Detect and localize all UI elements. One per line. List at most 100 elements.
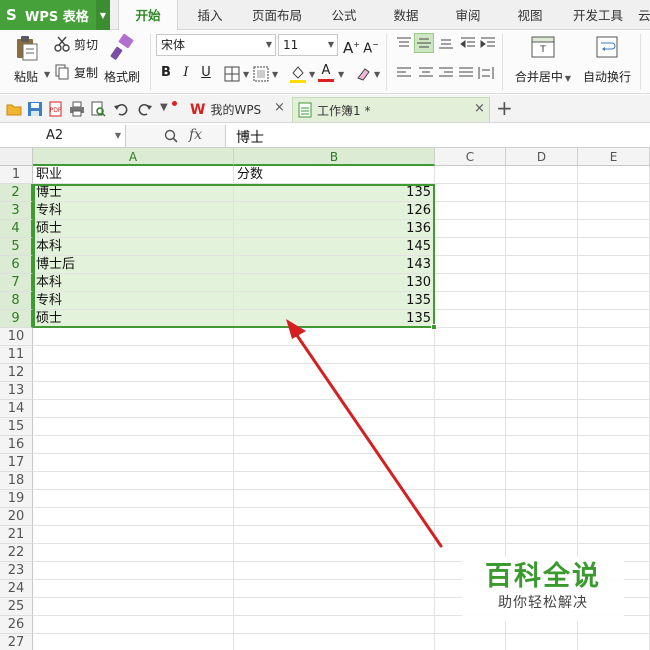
name-box[interactable]: A2 ▼ (0, 125, 126, 147)
cell-e18[interactable] (578, 472, 650, 490)
cell-d16[interactable] (506, 436, 578, 454)
cell-a16[interactable] (33, 436, 234, 454)
app-menu-button[interactable]: S WPS 表格 ▼ (0, 0, 110, 30)
row-header-20[interactable]: 20 (0, 508, 33, 526)
cell-b7[interactable]: 130 (234, 274, 435, 292)
print-preview-icon[interactable] (90, 101, 106, 117)
cell-c15[interactable] (435, 418, 506, 436)
cell-d6[interactable] (506, 256, 578, 274)
cell-a20[interactable] (33, 508, 234, 526)
cell-a10[interactable] (33, 328, 234, 346)
cell-e13[interactable] (578, 382, 650, 400)
cell-style-icon[interactable] (253, 66, 269, 82)
cell-d13[interactable] (506, 382, 578, 400)
cell-a22[interactable] (33, 544, 234, 562)
cell-a25[interactable] (33, 598, 234, 616)
align-left-icon[interactable] (396, 66, 412, 80)
cell-a24[interactable] (33, 580, 234, 598)
cell-b3[interactable]: 126 (234, 202, 435, 220)
cell-a15[interactable] (33, 418, 234, 436)
distribute-icon[interactable] (478, 66, 494, 80)
cell-b5[interactable]: 145 (234, 238, 435, 256)
cell-a26[interactable] (33, 616, 234, 634)
column-header-a[interactable]: A (33, 148, 234, 166)
cell-d20[interactable] (506, 508, 578, 526)
cell-c27[interactable] (435, 634, 506, 650)
cell-b10[interactable] (234, 328, 435, 346)
row-header-23[interactable]: 23 (0, 562, 33, 580)
align-center-icon[interactable] (418, 66, 434, 80)
cell-d15[interactable] (506, 418, 578, 436)
column-header-c[interactable]: C (435, 148, 506, 166)
cell-c18[interactable] (435, 472, 506, 490)
tab-page-layout[interactable]: 页面布局 (244, 0, 310, 30)
row-header-4[interactable]: 4 (0, 220, 33, 238)
cell-e19[interactable] (578, 490, 650, 508)
row-header-5[interactable]: 5 (0, 238, 33, 256)
row-header-22[interactable]: 22 (0, 544, 33, 562)
cell-c9[interactable] (435, 310, 506, 328)
tab-formulas[interactable]: 公式 (320, 0, 368, 30)
print-icon[interactable] (69, 101, 85, 117)
row-header-3[interactable]: 3 (0, 202, 33, 220)
cell-a19[interactable] (33, 490, 234, 508)
cell-c8[interactable] (435, 292, 506, 310)
open-folder-icon[interactable] (6, 101, 22, 117)
insert-function-button[interactable]: fx (189, 127, 202, 143)
cell-b6[interactable]: 143 (234, 256, 435, 274)
zoom-search-icon[interactable] (164, 129, 178, 143)
cell-e2[interactable] (578, 184, 650, 202)
cell-d4[interactable] (506, 220, 578, 238)
decrease-font-icon[interactable]: A− (363, 36, 379, 56)
row-header-18[interactable]: 18 (0, 472, 33, 490)
row-header-14[interactable]: 14 (0, 400, 33, 418)
underline-icon[interactable]: U (198, 64, 214, 82)
cell-e27[interactable] (578, 634, 650, 650)
close-icon[interactable]: × (474, 101, 485, 116)
cell-d21[interactable] (506, 526, 578, 544)
tab-insert[interactable]: 插入 (186, 0, 234, 30)
export-pdf-icon[interactable]: PDF (48, 101, 64, 117)
cell-b12[interactable] (234, 364, 435, 382)
cell-c4[interactable] (435, 220, 506, 238)
app-menu-dropdown-icon[interactable]: ▼ (96, 0, 110, 30)
cell-a14[interactable] (33, 400, 234, 418)
cell-a5[interactable]: 本科 (33, 238, 234, 256)
cell-c5[interactable] (435, 238, 506, 256)
cell-c12[interactable] (435, 364, 506, 382)
tab-developer[interactable]: 开发工具 (566, 0, 630, 30)
cell-c3[interactable] (435, 202, 506, 220)
cell-c14[interactable] (435, 400, 506, 418)
cell-c7[interactable] (435, 274, 506, 292)
cell-b14[interactable] (234, 400, 435, 418)
font-size-select[interactable]: 11 ▼ (278, 34, 338, 56)
cell-b23[interactable] (234, 562, 435, 580)
copy-button[interactable]: 复制 (54, 62, 98, 82)
align-right-icon[interactable] (438, 66, 454, 80)
tab-my-wps[interactable]: W 我的WPS × (186, 97, 290, 122)
cell-d5[interactable] (506, 238, 578, 256)
redo-icon[interactable] (137, 101, 153, 117)
cell-b1[interactable]: 分数 (234, 166, 435, 184)
row-header-17[interactable]: 17 (0, 454, 33, 472)
cell-b24[interactable] (234, 580, 435, 598)
row-header-12[interactable]: 12 (0, 364, 33, 382)
cell-style-dropdown-icon[interactable]: ▼ (272, 70, 278, 79)
cell-a8[interactable]: 专科 (33, 292, 234, 310)
undo-icon[interactable] (113, 101, 129, 117)
cell-e15[interactable] (578, 418, 650, 436)
cell-b18[interactable] (234, 472, 435, 490)
cell-b21[interactable] (234, 526, 435, 544)
clear-format-dropdown-icon[interactable]: ▼ (374, 70, 380, 79)
cell-e5[interactable] (578, 238, 650, 256)
decrease-indent-icon[interactable] (460, 36, 476, 50)
cell-d12[interactable] (506, 364, 578, 382)
row-header-27[interactable]: 27 (0, 634, 33, 650)
font-color-icon[interactable]: A (318, 62, 334, 82)
cell-b4[interactable]: 136 (234, 220, 435, 238)
borders-dropdown-icon[interactable]: ▼ (243, 70, 249, 79)
row-header-9[interactable]: 9 (0, 310, 33, 328)
cell-c10[interactable] (435, 328, 506, 346)
row-header-11[interactable]: 11 (0, 346, 33, 364)
cell-a17[interactable] (33, 454, 234, 472)
